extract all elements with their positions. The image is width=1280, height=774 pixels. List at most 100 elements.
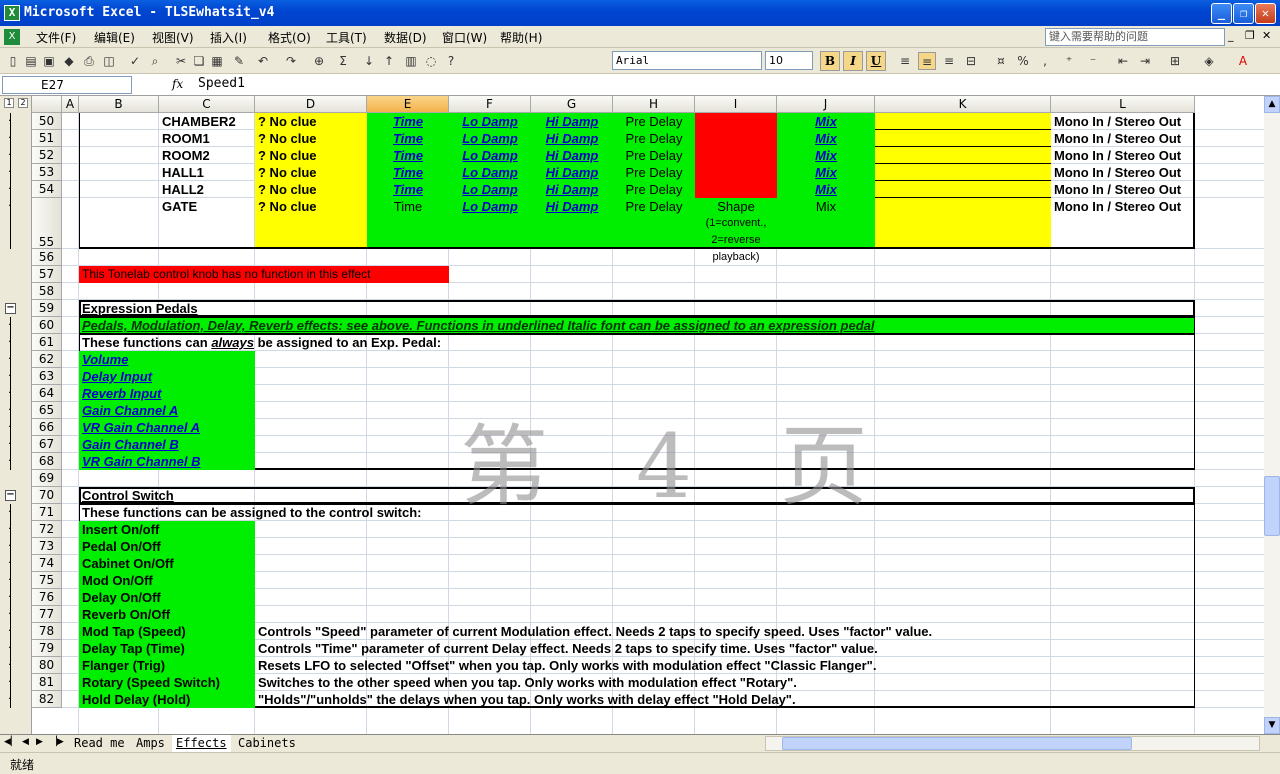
switch-function-cell[interactable]: Insert On/off (79, 521, 159, 538)
menu-data[interactable]: 数据(D) (384, 29, 427, 46)
switch-function-cell[interactable]: Cabinet On/Off (79, 555, 174, 572)
param-cell[interactable]: Pre Delay (613, 198, 695, 215)
effect-name-cell[interactable]: ROOM2 (159, 147, 210, 164)
save-icon[interactable]: ▣ (40, 52, 58, 70)
drawing-icon[interactable]: ◌ (422, 52, 440, 70)
param-cell[interactable]: Pre Delay (613, 130, 695, 147)
decrease-decimal-icon[interactable]: ⁻ (1084, 52, 1102, 70)
chart-icon[interactable]: ▥ (402, 52, 420, 70)
column-header-h[interactable]: H (613, 96, 695, 113)
column-header-c[interactable]: C (159, 96, 255, 113)
cell-grid[interactable]: CHAMBER2? No clue Time Lo Damp Hi Damp Pre D… (62, 113, 1264, 734)
column-header-l[interactable]: L (1051, 96, 1195, 113)
menu-file[interactable]: 文件(F) (36, 29, 76, 46)
section-title-control-switch[interactable]: Control Switch (79, 487, 174, 504)
switch-function-cell[interactable]: Pedal On/Off (79, 538, 161, 555)
io-cell[interactable]: Mono In / Stereo Out (1051, 147, 1181, 164)
row-header-73[interactable]: 73 (32, 538, 62, 555)
row-header-77[interactable]: 77 (32, 606, 62, 623)
note-cell[interactable]: Pedals, Modulation, Delay, Reverb effect… (79, 317, 874, 334)
font-select[interactable]: Arial (612, 51, 762, 70)
pedal-function-cell[interactable]: VR Gain Channel A (79, 419, 200, 436)
param-cell[interactable]: Pre Delay (613, 164, 695, 181)
effect-name-cell[interactable]: GATE (159, 198, 197, 215)
param-cell[interactable]: ? No clue (255, 181, 317, 198)
scroll-down-icon[interactable]: ▼ (1264, 717, 1280, 734)
row-header-54[interactable]: 54 (32, 181, 62, 198)
row-header-53[interactable]: 53 (32, 164, 62, 181)
minimize-button[interactable]: _ (1211, 3, 1232, 24)
io-cell[interactable]: Mono In / Stereo Out (1051, 113, 1181, 130)
open-icon[interactable]: ▤ (22, 52, 40, 70)
align-right-icon[interactable]: ≡ (940, 52, 958, 70)
row-header-69[interactable]: 69 (32, 470, 62, 487)
new-icon[interactable]: ▯ (4, 52, 22, 70)
column-header-b[interactable]: B (79, 96, 159, 113)
format-painter-icon[interactable]: ✎ (230, 52, 248, 70)
doc-restore-button[interactable]: ❐ (1245, 29, 1255, 42)
next-sheet-icon[interactable]: ▶ (36, 737, 43, 747)
param-cell[interactable]: Lo Damp (449, 198, 531, 215)
effect-name-cell[interactable]: HALL1 (159, 164, 204, 181)
param-cell[interactable]: 2=reverse (695, 232, 777, 249)
param-cell[interactable]: Lo Damp (449, 181, 531, 198)
preview-icon[interactable]: ◫ (100, 52, 118, 70)
merge-center-icon[interactable]: ⊟ (962, 52, 980, 70)
undo-icon[interactable]: ↶ (254, 52, 272, 70)
column-header-i[interactable]: I (695, 96, 777, 113)
switch-function-cell[interactable]: Mod Tap (Speed) (79, 623, 186, 640)
column-header-f[interactable]: F (449, 96, 531, 113)
prev-sheet-icon[interactable]: ◀ (22, 737, 29, 747)
row-header-62[interactable]: 62 (32, 351, 62, 368)
align-center-icon[interactable]: ≡ (918, 52, 936, 70)
column-header-k[interactable]: K (875, 96, 1051, 113)
bold-button[interactable]: B (820, 51, 840, 71)
param-cell[interactable]: Mix (777, 113, 875, 130)
fill-color-icon[interactable]: ◈ (1200, 52, 1218, 70)
menu-format[interactable]: 格式(O) (268, 29, 311, 46)
row-header-56[interactable]: 56 (32, 249, 62, 266)
comma-icon[interactable]: , (1036, 52, 1054, 70)
param-cell[interactable]: Time (367, 113, 449, 130)
last-sheet-icon[interactable]: ▕▶ (50, 737, 64, 747)
param-cell[interactable]: (1=convent., (695, 215, 777, 232)
row-header-79[interactable]: 79 (32, 640, 62, 657)
instruction-cell[interactable]: These functions can be assigned to the c… (79, 504, 422, 521)
pedal-function-cell[interactable]: VR Gain Channel B (79, 453, 200, 470)
outline-collapse-button[interactable]: − (5, 490, 16, 501)
param-cell[interactable]: ? No clue (255, 198, 317, 215)
paste-icon[interactable]: ▦ (208, 52, 226, 70)
tab-effects[interactable]: Effects (172, 735, 231, 752)
param-cell[interactable]: Mix (777, 130, 875, 147)
maximize-button[interactable]: ❐ (1233, 3, 1254, 24)
spelling-icon[interactable]: ✓ (126, 52, 144, 70)
effect-name-cell[interactable]: ROOM1 (159, 130, 210, 147)
column-header-j[interactable]: J (777, 96, 875, 113)
switch-function-cell[interactable]: Reverb On/Off (79, 606, 170, 623)
param-cell[interactable]: Time (367, 181, 449, 198)
param-cell[interactable]: Hi Damp (531, 130, 613, 147)
row-header-51[interactable]: 51 (32, 130, 62, 147)
io-cell[interactable]: Mono In / Stereo Out (1051, 198, 1181, 215)
doc-close-button[interactable]: ✕ (1262, 29, 1271, 42)
row-header-55[interactable]: 55 (32, 198, 62, 249)
param-cell[interactable]: Lo Damp (449, 164, 531, 181)
worksheet[interactable]: 1 2 ······−·········−············ ABCDEF… (0, 96, 1264, 734)
autosum-icon[interactable]: Σ (334, 52, 352, 70)
pedal-function-cell[interactable]: Delay Input (79, 368, 152, 385)
description-cell[interactable]: Switches to the other speed when you tap… (255, 674, 797, 691)
description-cell[interactable]: Controls "Speed" parameter of current Mo… (255, 623, 932, 640)
menu-edit[interactable]: 编辑(E) (94, 29, 135, 46)
section-title-expression-pedals[interactable]: Expression Pedals (79, 300, 198, 317)
first-sheet-icon[interactable]: ◀▏ (4, 737, 18, 747)
param-cell[interactable]: Mix (777, 164, 875, 181)
param-cell[interactable]: ? No clue (255, 113, 317, 130)
close-button[interactable]: ✕ (1255, 3, 1276, 24)
copy-icon[interactable]: ❏ (190, 52, 208, 70)
param-cell[interactable]: Time (367, 164, 449, 181)
switch-function-cell[interactable]: Flanger (Trig) (79, 657, 165, 674)
menu-window[interactable]: 窗口(W) (442, 29, 487, 46)
scroll-thumb[interactable] (1264, 476, 1280, 536)
io-cell[interactable]: Mono In / Stereo Out (1051, 181, 1181, 198)
switch-function-cell[interactable]: Delay Tap (Time) (79, 640, 185, 657)
